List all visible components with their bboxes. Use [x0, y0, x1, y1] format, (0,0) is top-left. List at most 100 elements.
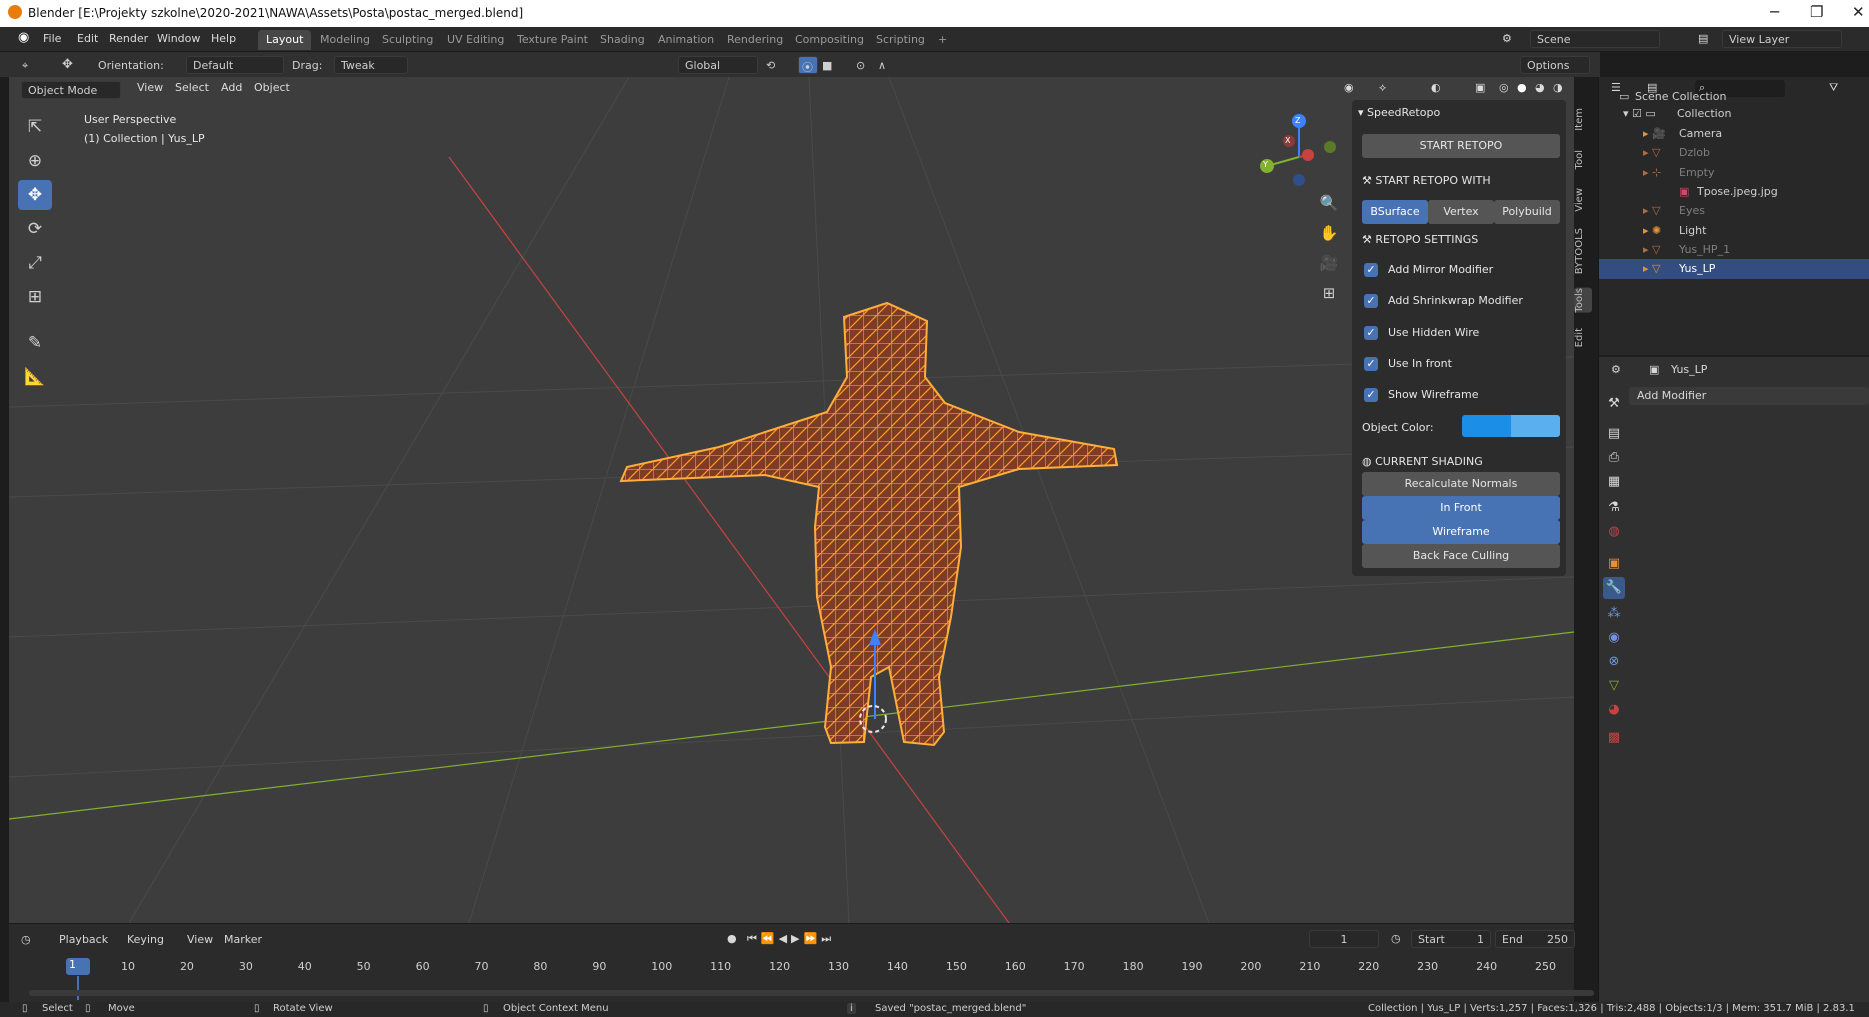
outliner-item-camera[interactable]: ▸ 🎥 Camera	[1599, 124, 1869, 144]
scale-tool-icon[interactable]: ⤢	[18, 248, 52, 278]
transform-orientation-dropdown[interactable]: Global	[678, 56, 758, 74]
tab-shading[interactable]: Shading	[592, 30, 653, 50]
material-props-icon[interactable]: ◕	[1603, 699, 1625, 721]
mode-dropdown[interactable]: Object Mode	[21, 81, 121, 99]
shading-rendered-icon[interactable]: ◑	[1553, 81, 1563, 94]
mode-vertex-button[interactable]: Vertex	[1428, 200, 1494, 224]
mesh-data-props-icon[interactable]: ▽	[1603, 675, 1625, 697]
menu-edit[interactable]: Edit	[77, 32, 98, 45]
transform-tool-icon[interactable]: ⊞	[18, 282, 52, 312]
shading-material-icon[interactable]: ◕	[1535, 81, 1545, 94]
pivot-icon[interactable]: ⟲	[766, 59, 775, 72]
texture-props-icon[interactable]: ▩	[1603, 727, 1625, 749]
snap-toggle-icon[interactable]: ⦿	[798, 56, 818, 74]
visibility-icon[interactable]: ◉	[1344, 81, 1354, 94]
mode-polybuild-button[interactable]: Polybuild	[1494, 200, 1560, 224]
tab-texture-paint[interactable]: Texture Paint	[509, 30, 596, 50]
character-mesh[interactable]	[619, 301, 1119, 747]
tab-uv-editing[interactable]: UV Editing	[439, 30, 512, 50]
outliner-item-dzlob[interactable]: ▸ ▽ Dzlob	[1599, 143, 1869, 163]
tab-sculpting[interactable]: Sculpting	[374, 30, 441, 50]
editor-type-icon[interactable]: ⌖	[22, 59, 28, 73]
scene-name-field[interactable]: Scene	[1530, 30, 1660, 48]
scene-props-icon[interactable]: ⚗	[1603, 497, 1625, 519]
menu-file[interactable]: File	[43, 32, 61, 45]
timeline-scrollbar[interactable]	[29, 990, 1594, 996]
viewport-menu-add[interactable]: Add	[221, 81, 242, 94]
viewport-menu-view[interactable]: View	[137, 81, 163, 94]
viewport-menu-object[interactable]: Object	[254, 81, 290, 94]
start-retopo-button[interactable]: START RETOPO	[1362, 134, 1560, 158]
in-front-toggle[interactable]: In Front	[1362, 496, 1560, 520]
menu-window[interactable]: Window	[157, 32, 200, 45]
add-workspace-button[interactable]: +	[930, 30, 955, 50]
drag-dropdown[interactable]: Tweak	[334, 56, 408, 74]
outliner-item-yus-hp[interactable]: ▸ ▽ Yus_HP_1	[1599, 240, 1869, 260]
overlay-toggle-icon[interactable]: ◐	[1431, 81, 1441, 94]
move-tool-button-icon[interactable]: ✥	[18, 180, 52, 210]
world-props-icon[interactable]: ◍	[1603, 521, 1625, 543]
tab-modeling[interactable]: Modeling	[312, 30, 378, 50]
output-props-icon[interactable]: ⎙	[1603, 447, 1625, 469]
ortho-grid-icon[interactable]: ⊞	[1318, 284, 1340, 306]
tab-compositing[interactable]: Compositing	[787, 30, 872, 50]
outliner-collection[interactable]: ▾ ☑ ▭ Collection	[1599, 104, 1869, 124]
show-wireframe-checkbox[interactable]: ✓	[1364, 388, 1378, 402]
blender-menu-icon[interactable]: ◉	[18, 30, 29, 45]
mode-bsurface-button[interactable]: BSurface	[1362, 200, 1428, 224]
orientation-dropdown[interactable]: Default	[186, 56, 284, 74]
gizmo-toggle-icon[interactable]: ⟡	[1379, 81, 1386, 95]
view-layer-props-icon[interactable]: ▦	[1603, 471, 1625, 493]
tab-item[interactable]: Item	[1574, 108, 1592, 131]
cursor-tool-icon[interactable]: ⊕	[18, 146, 52, 176]
options-dropdown[interactable]: Options	[1520, 56, 1590, 74]
object-props-icon[interactable]: ▣	[1603, 553, 1625, 575]
outliner-item-eyes[interactable]: ▸ ▽ Eyes	[1599, 201, 1869, 221]
tab-edit[interactable]: Edit	[1574, 328, 1592, 347]
modifier-props-icon[interactable]: 🔧	[1603, 577, 1625, 599]
back-face-culling-toggle[interactable]: Back Face Culling	[1362, 544, 1560, 568]
tab-view[interactable]: View	[1574, 188, 1592, 212]
outliner-item-yus-lp[interactable]: ▸ ▽ Yus_LP	[1599, 259, 1869, 279]
constraints-props-icon[interactable]: ⊗	[1603, 651, 1625, 673]
measure-tool-icon[interactable]: 📐	[18, 362, 52, 392]
tab-layout[interactable]: Layout	[258, 30, 312, 50]
add-shrinkwrap-checkbox[interactable]: ✓	[1364, 294, 1378, 308]
tab-rendering[interactable]: Rendering	[719, 30, 791, 50]
recalculate-normals-button[interactable]: Recalculate Normals	[1362, 472, 1560, 496]
use-in-front-checkbox[interactable]: ✓	[1364, 357, 1378, 371]
outliner-item-tpose[interactable]: ▣ Tpose.jpeg.jpg	[1599, 182, 1869, 202]
proportional-edit-icon[interactable]: ⊙	[856, 59, 865, 72]
close-button[interactable]: ✕	[1852, 3, 1865, 21]
view-layer-icon[interactable]: ▤	[1698, 32, 1708, 45]
properties-type-icon[interactable]: ⚙	[1611, 363, 1621, 376]
tab-bytools[interactable]: BYTOOLS	[1574, 228, 1592, 274]
menu-help[interactable]: Help	[211, 32, 236, 45]
outliner-item-empty[interactable]: ▸ ⊹ Empty	[1599, 163, 1869, 183]
annotate-tool-icon[interactable]: ✎	[18, 328, 52, 358]
menu-render[interactable]: Render	[109, 32, 148, 45]
pan-hand-icon[interactable]: ✋	[1318, 224, 1340, 246]
add-modifier-dropdown[interactable]: Add Modifier	[1629, 387, 1869, 405]
falloff-icon[interactable]: ∧	[878, 59, 886, 72]
tab-scripting[interactable]: Scripting	[868, 30, 933, 50]
particles-props-icon[interactable]: ⁂	[1603, 603, 1625, 625]
tab-animation[interactable]: Animation	[650, 30, 722, 50]
xray-toggle-icon[interactable]: ▣	[1475, 81, 1485, 94]
use-hidden-wire-checkbox[interactable]: ✓	[1364, 326, 1378, 340]
shading-solid-icon[interactable]: ●	[1517, 81, 1527, 94]
shading-wireframe-icon[interactable]: ◎	[1499, 81, 1509, 94]
scene-selector-icon[interactable]: ⚙	[1502, 32, 1512, 45]
render-props-icon[interactable]: ▤	[1603, 423, 1625, 445]
tab-tool[interactable]: Tool	[1574, 150, 1592, 169]
select-tool-icon[interactable]: ⇱	[18, 112, 52, 142]
viewport-menu-select[interactable]: Select	[175, 81, 209, 94]
wireframe-toggle[interactable]: Wireframe	[1362, 520, 1560, 544]
rotate-tool-icon[interactable]: ⟳	[18, 214, 52, 244]
tool-props-icon[interactable]: ⚒	[1603, 393, 1625, 415]
restore-button[interactable]: ❐	[1810, 3, 1823, 21]
tab-tools[interactable]: Tools	[1574, 288, 1592, 313]
add-mirror-checkbox[interactable]: ✓	[1364, 263, 1378, 277]
outliner-item-light[interactable]: ▸ ✺ Light	[1599, 221, 1869, 241]
physics-props-icon[interactable]: ◉	[1603, 627, 1625, 649]
